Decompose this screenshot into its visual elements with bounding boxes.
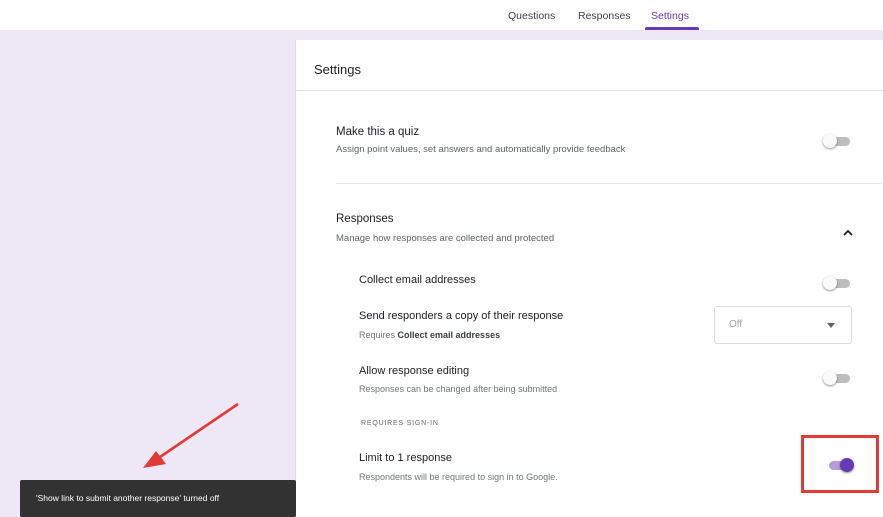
- send-copy-description: Requires Collect email addresses: [359, 330, 500, 340]
- allow-editing-description: Responses can be changed after being sub…: [359, 384, 558, 394]
- limit-response-description: Respondents will be required to sign in …: [359, 472, 558, 482]
- highlight-box: [801, 435, 879, 493]
- toggle-thumb: [823, 371, 837, 385]
- tab-settings[interactable]: Settings: [651, 10, 689, 22]
- allow-editing-title: Allow response editing: [359, 365, 470, 377]
- tab-responses[interactable]: Responses: [578, 10, 631, 22]
- send-copy-requires-text: Requires: [359, 330, 398, 340]
- allow-editing-toggle[interactable]: [823, 371, 851, 385]
- responses-description: Manage how responses are collected and p…: [336, 233, 555, 244]
- dropdown-value: Off: [729, 319, 743, 330]
- quiz-description: Assign point values, set answers and aut…: [336, 144, 626, 155]
- quiz-toggle[interactable]: [823, 134, 851, 148]
- send-copy-requires-link: Collect email addresses: [397, 330, 501, 340]
- send-copy-dropdown[interactable]: Off: [714, 306, 852, 344]
- send-copy-title: Send responders a copy of their response: [359, 310, 564, 322]
- title-divider: [296, 90, 883, 91]
- toggle-thumb: [823, 276, 837, 290]
- snackbar-message: 'Show link to submit another response' t…: [36, 493, 220, 503]
- limit-response-title: Limit to 1 response: [359, 452, 452, 464]
- responses-title: Responses: [336, 213, 394, 225]
- dropdown-caret-icon: [827, 323, 835, 328]
- tab-questions[interactable]: Questions: [508, 10, 555, 22]
- section-divider: [336, 183, 882, 184]
- collect-email-toggle[interactable]: [823, 276, 851, 290]
- top-tab-bar: Questions Responses Settings: [0, 0, 883, 30]
- settings-card: Settings Make this a quiz Assign point v…: [295, 40, 883, 517]
- collect-email-title: Collect email addresses: [359, 274, 476, 286]
- requires-signin-label: REQUIRES SIGN-IN: [361, 420, 439, 427]
- toggle-thumb: [823, 134, 837, 148]
- snackbar: 'Show link to submit another response' t…: [20, 480, 296, 517]
- quiz-title: Make this a quiz: [336, 126, 420, 138]
- chevron-up-icon[interactable]: [841, 226, 855, 240]
- settings-title: Settings: [314, 62, 361, 77]
